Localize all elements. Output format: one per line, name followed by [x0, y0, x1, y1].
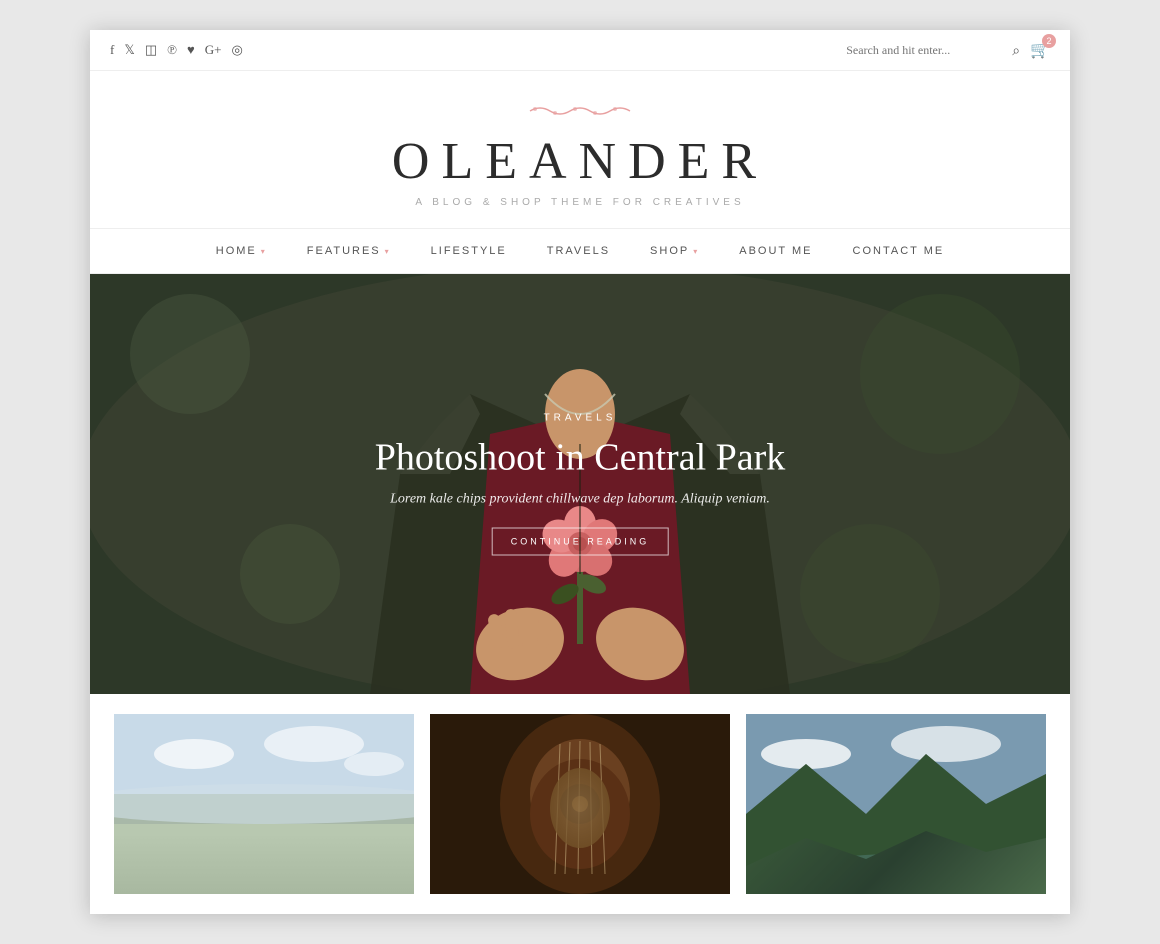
search-button[interactable]: ⌕ [1012, 42, 1020, 59]
heart-icon[interactable]: ♥ [187, 42, 195, 58]
cart-badge: 2 [1042, 34, 1056, 48]
hero-content: TRAVELS Photoshoot in Central Park Lorem… [375, 413, 786, 556]
post-thumbnail-1[interactable] [114, 714, 414, 894]
main-nav: HOME ▾ FEATURES ▾ LIFESTYLE TRAVELS SHOP… [90, 229, 1070, 274]
post-thumbnail-2[interactable] [430, 714, 730, 894]
post-grid [90, 694, 1070, 914]
instagram-icon[interactable]: ◫ [145, 42, 157, 58]
top-right: ⌕ 🛒 2 [846, 40, 1050, 60]
cart-icon[interactable]: 🛒 2 [1030, 40, 1050, 60]
post-card-3 [746, 714, 1046, 894]
nav-lifestyle[interactable]: LIFESTYLE [411, 229, 527, 273]
post-card-1 [114, 714, 414, 894]
hero-cta-button[interactable]: CONTINUE READING [492, 528, 669, 556]
site-title: OLEANDER [110, 132, 1050, 191]
site-header: OLEANDER A BLOG & SHOP THEME FOR CREATIV… [90, 71, 1070, 229]
twitter-icon[interactable]: 𝕏 [124, 42, 134, 58]
social-icons: f 𝕏 ◫ ℗ ♥ G+ ◎ [110, 42, 243, 58]
rss-icon[interactable]: ◎ [231, 42, 242, 58]
features-arrow: ▾ [385, 247, 391, 256]
nav-about[interactable]: ABOUT ME [719, 229, 832, 273]
nav-home[interactable]: HOME ▾ [196, 229, 287, 273]
nav-contact[interactable]: CONTACT ME [833, 229, 965, 273]
hero-title: Photoshoot in Central Park [375, 436, 786, 480]
browser-window: f 𝕏 ◫ ℗ ♥ G+ ◎ ⌕ 🛒 2 [90, 30, 1070, 914]
facebook-icon[interactable]: f [110, 42, 114, 58]
nav-features[interactable]: FEATURES ▾ [287, 229, 411, 273]
pinterest-icon[interactable]: ℗ [167, 42, 177, 58]
search-input[interactable] [846, 43, 1006, 58]
site-tagline: A BLOG & SHOP THEME FOR CREATIVES [110, 197, 1050, 208]
hero-excerpt: Lorem kale chips provident chillwave dep… [375, 492, 786, 508]
home-arrow: ▾ [261, 247, 267, 256]
search-bar: ⌕ [846, 42, 1020, 59]
hero-category: TRAVELS [375, 413, 786, 424]
nav-travels[interactable]: TRAVELS [527, 229, 630, 273]
nav-shop[interactable]: SHOP ▾ [630, 229, 719, 273]
googleplus-icon[interactable]: G+ [205, 42, 222, 58]
shop-arrow: ▾ [693, 247, 699, 256]
post-thumbnail-3[interactable] [746, 714, 1046, 894]
header-decoration [110, 101, 1050, 126]
post-card-2 [430, 714, 730, 894]
hero-section: TRAVELS Photoshoot in Central Park Lorem… [90, 274, 1070, 694]
top-bar: f 𝕏 ◫ ℗ ♥ G+ ◎ ⌕ 🛒 2 [90, 30, 1070, 71]
